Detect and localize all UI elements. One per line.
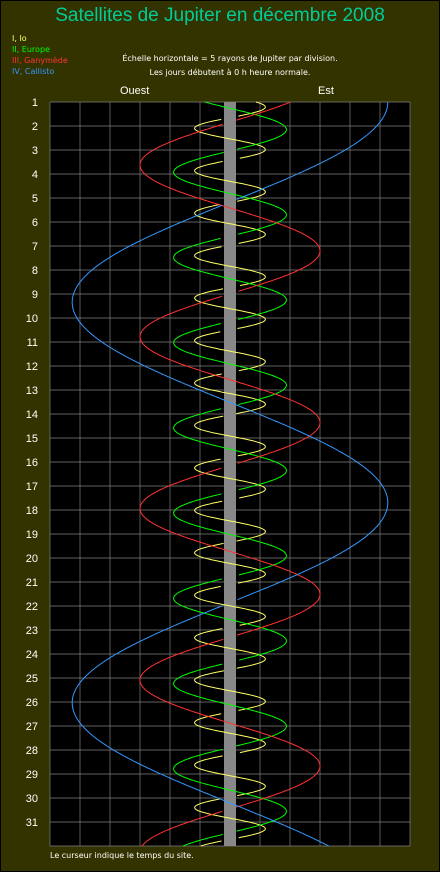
- day-tick-label: 4: [32, 169, 38, 181]
- day-tick-label: 12: [26, 361, 38, 373]
- satellite-plot: 1234567891011121314151617181920212223242…: [26, 97, 411, 847]
- day-tick-label: 16: [26, 457, 38, 469]
- day-tick-label: 6: [32, 217, 38, 229]
- day-tick-label: 31: [26, 817, 38, 829]
- day-tick-label: 23: [26, 625, 38, 637]
- day-tick-label: 18: [26, 505, 38, 517]
- day-tick-label: 1: [32, 97, 38, 109]
- footer-note: Le curseur indique le temps du site.: [50, 851, 194, 860]
- day-tick-label: 15: [26, 433, 38, 445]
- day-tick-label: 29: [26, 769, 38, 781]
- day-tick-label: 28: [26, 745, 38, 757]
- day-tick-label: 20: [26, 553, 38, 565]
- day-tick-label: 27: [26, 721, 38, 733]
- day-tick-label: 19: [26, 529, 38, 541]
- day-tick-label: 10: [26, 313, 38, 325]
- day-tick-label: 26: [26, 697, 38, 709]
- day-tick-label: 21: [26, 577, 38, 589]
- day-tick-label: 9: [32, 289, 38, 301]
- day-tick-label: 2: [32, 121, 38, 133]
- day-tick-label: 11: [27, 337, 38, 349]
- day-tick-label: 30: [26, 793, 38, 805]
- day-tick-label: 3: [32, 145, 38, 157]
- day-tick-label: 13: [26, 385, 38, 397]
- day-tick-label: 24: [26, 649, 38, 661]
- day-tick-label: 17: [26, 481, 38, 493]
- day-tick-label: 5: [32, 193, 38, 205]
- day-tick-label: 25: [26, 673, 38, 685]
- day-tick-label: 8: [32, 265, 38, 277]
- day-tick-label: 22: [26, 601, 38, 613]
- day-tick-label: 7: [32, 241, 38, 253]
- day-tick-label: 14: [26, 409, 38, 421]
